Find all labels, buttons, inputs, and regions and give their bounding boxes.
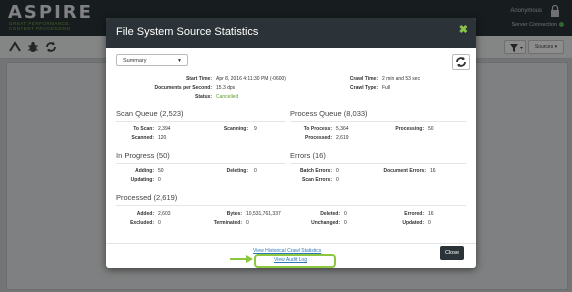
updating-label: Updating: bbox=[130, 177, 154, 183]
updated-label: Updated: bbox=[402, 220, 424, 226]
divider bbox=[116, 163, 286, 164]
docs-per-second-label: Documents per Second: bbox=[154, 85, 212, 91]
processed-value: 2,619 bbox=[336, 135, 349, 141]
modal-header: File System Source Statistics ✖ bbox=[106, 18, 476, 48]
start-time-value: Apr 8, 2016 4:11:30 PM (-0600) bbox=[216, 76, 286, 82]
batch-errors-value: 0 bbox=[336, 168, 339, 174]
refresh-button[interactable] bbox=[452, 54, 470, 70]
errored-value: 16 bbox=[428, 211, 434, 217]
processed-title: Processed (2,619) bbox=[116, 193, 178, 202]
scanning-value: 9 bbox=[254, 126, 257, 132]
scan-queue-title: Scan Queue (2,523) bbox=[116, 109, 184, 118]
deleted-value: 0 bbox=[344, 211, 347, 217]
excluded-value: 0 bbox=[158, 220, 161, 226]
unchanged-value: 0 bbox=[344, 220, 347, 226]
footer-divider bbox=[106, 243, 476, 244]
arrow-right-icon bbox=[230, 255, 253, 263]
adding-value: 50 bbox=[158, 168, 164, 174]
unchanged-label: Unchanged: bbox=[311, 220, 340, 226]
close-button[interactable]: Close bbox=[440, 246, 464, 260]
deleting-value: 0 bbox=[254, 168, 257, 174]
view-select-value: Summary bbox=[123, 58, 147, 64]
to-process-value: 5,364 bbox=[336, 126, 349, 132]
statistics-modal: File System Source Statistics ✖ Summary … bbox=[106, 18, 476, 268]
adding-label: Adding: bbox=[135, 168, 154, 174]
added-value: 2,603 bbox=[158, 211, 171, 217]
bytes-value: 10,531,761,337 bbox=[246, 211, 281, 217]
chevron-down-icon: ▼ bbox=[177, 58, 182, 64]
close-icon[interactable]: ✖ bbox=[459, 23, 468, 36]
scan-errors-label: Scan Errors: bbox=[301, 177, 332, 183]
divider bbox=[290, 121, 466, 122]
deleting-label: Deleting: bbox=[226, 168, 248, 174]
errored-label: Errored: bbox=[404, 211, 424, 217]
document-errors-value: 16 bbox=[430, 168, 436, 174]
divider bbox=[116, 205, 466, 206]
crawl-time-label: Crawl Time: bbox=[349, 76, 378, 82]
modal-title: File System Source Statistics bbox=[116, 26, 259, 38]
bytes-label: Bytes: bbox=[226, 211, 242, 217]
to-process-label: To Process: bbox=[303, 126, 332, 132]
scan-errors-value: 0 bbox=[336, 177, 339, 183]
crawl-type-label: Crawl Type: bbox=[350, 85, 378, 91]
terminated-value: 0 bbox=[246, 220, 249, 226]
updated-value: 0 bbox=[428, 220, 431, 226]
batch-errors-label: Batch Errors: bbox=[300, 168, 332, 174]
crawl-time-value: 2 min and 53 sec bbox=[382, 76, 421, 82]
document-errors-label: Document Errors: bbox=[383, 168, 426, 174]
audit-log-link[interactable]: View Audit Log bbox=[274, 257, 307, 263]
view-select[interactable]: Summary ▼ bbox=[116, 54, 188, 66]
crawl-type-value: Full bbox=[382, 85, 391, 91]
scanned-label: Scanned: bbox=[131, 135, 154, 141]
divider bbox=[116, 121, 286, 122]
processing-label: Processing: bbox=[395, 126, 424, 132]
refresh-icon bbox=[456, 57, 466, 67]
start-time-label: Start Time: bbox=[185, 76, 212, 82]
docs-per-second-value: 15.3 dps bbox=[216, 85, 236, 91]
status-value: Cancelled bbox=[216, 94, 239, 100]
processed-label: Processed: bbox=[305, 135, 332, 141]
status-label: Status: bbox=[195, 94, 212, 100]
terminated-label: Terminated: bbox=[213, 220, 242, 226]
to-scan-value: 2,394 bbox=[158, 126, 171, 132]
added-label: Added: bbox=[136, 211, 154, 217]
divider bbox=[290, 163, 466, 164]
deleted-label: Deleted: bbox=[320, 211, 340, 217]
process-queue-title: Process Queue (8,033) bbox=[290, 109, 368, 118]
processing-value: 50 bbox=[428, 126, 434, 132]
to-scan-label: To Scan: bbox=[133, 126, 154, 132]
scanned-value: 120 bbox=[158, 135, 167, 141]
in-progress-title: In Progress (50) bbox=[116, 151, 170, 160]
updating-value: 0 bbox=[158, 177, 161, 183]
scanning-label: Scanning: bbox=[223, 126, 248, 132]
excluded-label: Excluded: bbox=[130, 220, 154, 226]
errors-title: Errors (16) bbox=[290, 151, 326, 160]
